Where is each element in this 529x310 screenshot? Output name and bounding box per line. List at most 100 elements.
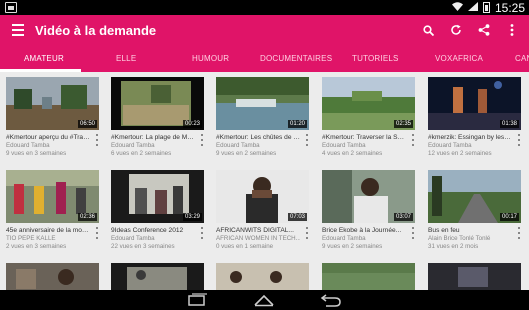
- video-grid: 06:50 #Kmertour aperçu du #Trafic23... E…: [0, 72, 529, 290]
- video-meta: 2 vues en 3 semaines: [6, 243, 67, 250]
- video-meta: 9 vues en 2 semaines: [322, 243, 383, 250]
- video-duration: 00:23: [182, 120, 202, 128]
- tab-can[interactable]: CAN: [515, 54, 529, 63]
- video-card[interactable]: [6, 263, 99, 290]
- tab-humour[interactable]: HUMOUR: [192, 54, 229, 63]
- video-meta: 31 vues en 2 mois: [428, 243, 479, 250]
- video-meta: 12 vues en 2 semaines: [428, 150, 492, 157]
- video-title: Brice Ekobe à la Journée...: [322, 227, 402, 234]
- menu-icon[interactable]: [12, 24, 24, 36]
- video-title: #kmerzik: Essingan by les Tetes...: [428, 134, 512, 141]
- more-options-icon[interactable]: [410, 133, 416, 147]
- tab-voxafrica[interactable]: VOXAFRICA: [435, 54, 483, 63]
- search-icon[interactable]: [419, 20, 437, 40]
- video-duration: 07:03: [287, 213, 307, 221]
- video-title: 9Ideas Conference 2012: [111, 227, 184, 234]
- video-thumbnail: 03:07: [322, 170, 415, 223]
- video-thumbnail: 06:50: [6, 77, 99, 130]
- video-thumbnail: [322, 263, 415, 290]
- video-meta: 9 vues en 3 semaines: [6, 150, 67, 157]
- gallery-notification-icon: [5, 2, 17, 13]
- video-duration: 02:35: [393, 120, 413, 128]
- video-thumbnail: 01:20: [216, 77, 309, 130]
- video-meta: 4 vues en 2 semaines: [322, 150, 383, 157]
- tab-elle[interactable]: ELLE: [116, 54, 136, 63]
- wifi-icon: [451, 1, 463, 14]
- video-thumbnail: 01:38: [428, 77, 521, 130]
- video-card[interactable]: [428, 263, 521, 290]
- video-card[interactable]: 01:20 #Kmertour: Les chûtes de la lob...…: [216, 77, 309, 158]
- status-time: 15:25: [494, 0, 525, 15]
- video-meta: 0 vues en 1 semaine: [216, 243, 274, 250]
- category-tabs: AMATEUR ELLE HUMOUR DOCUMENTAIRES TUTORI…: [0, 46, 529, 72]
- refresh-icon[interactable]: [447, 20, 465, 40]
- video-author: Edouard Tamba: [111, 142, 155, 149]
- back-icon[interactable]: [320, 293, 342, 307]
- video-duration: 03:29: [182, 213, 202, 221]
- video-thumbnail: 00:23: [111, 77, 204, 130]
- video-title: #Kmertour aperçu du #Trafic23...: [6, 134, 90, 141]
- video-title: 45e anniversaire de la mort...: [6, 227, 90, 234]
- more-options-icon[interactable]: [199, 133, 205, 147]
- video-title: #Kmertour: Les chûtes de la lob...: [216, 134, 300, 141]
- video-author: Edouard Tamba: [322, 142, 366, 149]
- video-thumbnail: [111, 263, 204, 290]
- video-author: Alain Brice Tonlé Tonlé: [428, 235, 491, 242]
- video-author: Edouard Tamba: [322, 235, 366, 242]
- video-thumbnail: [428, 263, 521, 290]
- video-card[interactable]: 03:29 9Ideas Conference 2012 Edouard Tam…: [111, 170, 204, 251]
- more-options-icon[interactable]: [94, 133, 100, 147]
- video-card[interactable]: 00:23 #Kmertour: La plage de Manoka Edou…: [111, 77, 204, 158]
- video-thumbnail: 02:35: [322, 77, 415, 130]
- overflow-menu-icon[interactable]: [503, 20, 521, 40]
- video-title: #Kmertour: La plage de Manoka: [111, 134, 195, 141]
- video-card[interactable]: 02:36 45e anniversaire de la mort... TIO…: [6, 170, 99, 251]
- video-author: Edouard Tamba: [111, 235, 155, 242]
- tab-tutoriels[interactable]: TUTORIELS: [352, 54, 399, 63]
- recent-apps-icon[interactable]: [186, 293, 208, 307]
- video-card[interactable]: 07:03 AFRICANWITS DIGITAL... AFRICAN WOM…: [216, 170, 309, 251]
- system-nav-bar: [0, 290, 529, 310]
- video-author: AFRICAN WOMEN IN TECH...: [216, 235, 300, 242]
- status-bar: 15:25: [0, 0, 529, 15]
- video-author: TIO PEPE KALLE: [6, 235, 56, 242]
- video-duration: 02:36: [77, 213, 97, 221]
- video-meta: 6 vues en 2 semaines: [111, 150, 172, 157]
- more-options-icon[interactable]: [304, 133, 310, 147]
- video-thumbnail: 07:03: [216, 170, 309, 223]
- video-duration: 03:07: [393, 213, 413, 221]
- video-author: Edouard Tamba: [216, 142, 260, 149]
- more-options-icon[interactable]: [516, 133, 522, 147]
- more-options-icon[interactable]: [516, 226, 522, 240]
- video-card[interactable]: 03:07 Brice Ekobe à la Journée... Edouar…: [322, 170, 415, 251]
- video-author: Edouard Tamba: [428, 142, 472, 149]
- app-bar: Vidéo à la demande: [0, 15, 529, 46]
- video-author: Edouard Tamba: [6, 142, 50, 149]
- tab-documentaires[interactable]: DOCUMENTAIRES: [260, 54, 332, 63]
- more-options-icon[interactable]: [94, 226, 100, 240]
- video-duration: 01:20: [287, 120, 307, 128]
- video-duration: 06:50: [77, 120, 97, 128]
- home-icon[interactable]: [253, 293, 275, 307]
- video-card[interactable]: [216, 263, 309, 290]
- battery-icon: [482, 2, 490, 13]
- video-card[interactable]: 01:38 #kmerzik: Essingan by les Tetes...…: [428, 77, 521, 158]
- video-card[interactable]: [111, 263, 204, 290]
- video-title: Bus en feu: [428, 227, 460, 234]
- more-options-icon[interactable]: [304, 226, 310, 240]
- video-title: AFRICANWITS DIGITAL...: [216, 227, 294, 234]
- video-thumbnail: 00:17: [428, 170, 521, 223]
- more-options-icon[interactable]: [410, 226, 416, 240]
- more-options-icon[interactable]: [199, 226, 205, 240]
- share-icon[interactable]: [475, 20, 493, 40]
- page-title: Vidéo à la demande: [35, 23, 157, 38]
- video-card[interactable]: 00:17 Bus en feu Alain Brice Tonlé Tonlé…: [428, 170, 521, 251]
- video-thumbnail: [216, 263, 309, 290]
- video-duration: 01:38: [499, 120, 519, 128]
- video-card[interactable]: 06:50 #Kmertour aperçu du #Trafic23... E…: [6, 77, 99, 158]
- video-card[interactable]: [322, 263, 415, 290]
- tab-amateur[interactable]: AMATEUR: [24, 54, 64, 63]
- video-title: #Kmertour: Traverser la Sanaga...: [322, 134, 406, 141]
- video-card[interactable]: 02:35 #Kmertour: Traverser la Sanaga... …: [322, 77, 415, 158]
- video-thumbnail: 02:36: [6, 170, 99, 223]
